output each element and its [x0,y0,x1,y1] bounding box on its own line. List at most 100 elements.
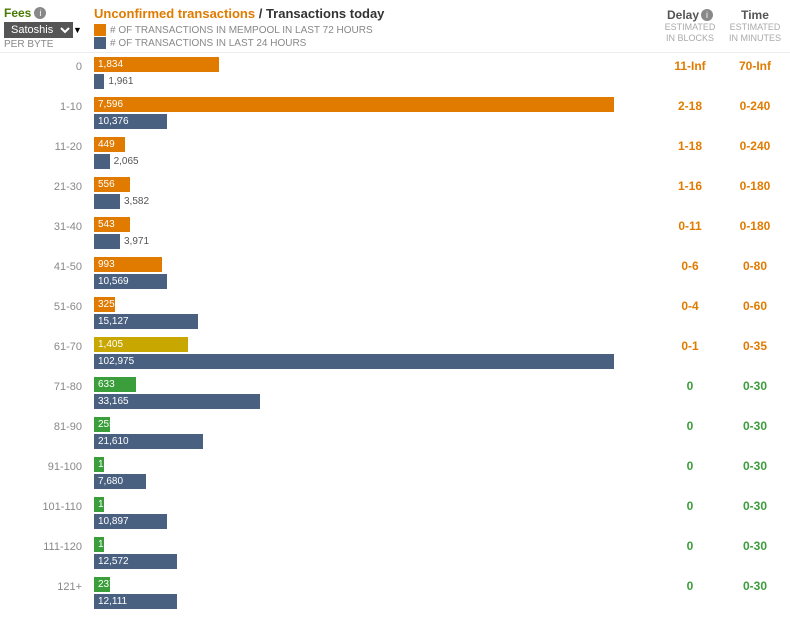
chart-row: 31-40 543 3,971 0-110-180 [0,213,790,253]
bar-value-label: 1,961 [108,76,133,87]
time-value: 0-80 [720,259,790,273]
chart-row: 111-12015212,57200-30 [0,533,790,573]
chart-title-today: Transactions today [266,6,384,21]
fee-range-label: 11-20 [0,135,90,153]
fee-range-label: 101-110 [0,495,90,513]
chart-row: 61-701,405102,9750-10-35 [0,333,790,373]
time-value: 0-30 [720,499,790,513]
bars-container: 325 15,127 [90,295,660,331]
bars-container: 556 3,582 [90,175,660,211]
delay-value: 2-18 [660,99,720,113]
fee-range-label: 121+ [0,575,90,593]
row-values: 0-10-35 [660,335,790,353]
time-sub1: ESTIMATED [720,22,790,33]
chart-row: 21-305563,5821-160-180 [0,173,790,213]
fee-range-label: 41-50 [0,255,90,273]
delay-info-icon[interactable]: i [701,9,713,21]
bar-value-label: 21,610 [98,434,129,449]
bar-unconfirmed: 993 [94,257,162,272]
time-value: 70-Inf [720,59,790,73]
row-values: 00-30 [660,575,790,593]
bars-container: 161 10,897 [90,495,660,531]
bar-value-label: 12,111 [98,594,127,609]
delay-value: 1-16 [660,179,720,193]
legend-gray-box [94,37,106,49]
time-sub2: IN MINUTES [720,33,790,44]
bar-value-label: 161 [98,497,115,512]
time-column-header: Time ESTIMATED IN MINUTES [720,8,790,50]
bar-value-label: 33,165 [98,394,129,409]
delay-value: 0 [660,419,720,433]
time-value: 0-180 [720,179,790,193]
row-values: 00-30 [660,535,790,553]
bar-value-label: 7,680 [98,474,123,489]
delay-value: 1-18 [660,139,720,153]
bar-24h: 102,975 [94,354,614,369]
chart-row: 1-107,59610,3762-180-240 [0,93,790,133]
bar-value-label: 10,569 [98,274,129,289]
bar-value-label: 7,596 [98,97,123,112]
fee-range-label: 51-60 [0,295,90,313]
chart-title-section: Unconfirmed transactions / Transactions … [90,6,660,50]
row-values: 00-30 [660,415,790,433]
fees-label: Fees [4,6,31,20]
bar-24h: 7,680 [94,474,146,489]
bar-value-label: 1,405 [98,337,123,352]
delay-value: 0 [660,579,720,593]
bars-container: 25521,610 [90,415,660,451]
right-header: Delay i ESTIMATED IN BLOCKS Time ESTIMAT… [660,6,790,50]
bar-24h: 12,111 [94,594,177,609]
fee-range-label: 31-40 [0,215,90,233]
time-value: 0-30 [720,539,790,553]
bar-value-label: 633 [98,377,115,392]
delay-title: Delay [667,8,699,22]
row-values: 11-Inf70-Inf [660,55,790,73]
fee-range-label: 0 [0,55,90,73]
bar-24h: 10,897 [94,514,167,529]
time-value: 0-30 [720,379,790,393]
time-title: Time [720,8,790,22]
bar-unconfirmed: 7,596 [94,97,614,112]
bar-unconfirmed: 131 [94,457,104,472]
delay-value: 11-Inf [660,59,720,73]
chart-row: 101-110 161 10,897 00-30 [0,493,790,533]
bar-24h: 15,127 [94,314,198,329]
bars-container: 993 10,569 [90,255,660,291]
row-values: 00-30 [660,375,790,393]
row-values: 1-160-180 [660,175,790,193]
bar-24h: 10,569 [94,274,167,289]
delay-value: 0-1 [660,339,720,353]
bar-unconfirmed: 543 [94,217,130,232]
bar-value-label: 3,582 [124,196,149,207]
delay-value: 0 [660,379,720,393]
fees-per-byte: PER BYTE [4,39,90,50]
bar-value-label: 102,975 [98,354,134,369]
chart-row: 81-9025521,61000-30 [0,413,790,453]
bar-24h: 21,610 [94,434,203,449]
fees-info-icon[interactable]: i [34,7,46,19]
fee-range-label: 91-100 [0,455,90,473]
chart-row: 71-80 633 33,165 00-30 [0,373,790,413]
time-value: 0-60 [720,299,790,313]
delay-value: 0-4 [660,299,720,313]
fees-dropdown[interactable]: Satoshis [4,22,73,38]
bars-container: 7,59610,376 [90,95,660,131]
bar-unconfirmed: 556 [94,177,130,192]
row-values: 0-110-180 [660,215,790,233]
bars-container: 633 33,165 [90,375,660,411]
bar-value-label: 3,971 [124,236,149,247]
bar-value-label: 993 [98,257,115,272]
bar-value-label: 325 [98,297,115,312]
bars-container: 131 7,680 [90,455,660,491]
bar-unconfirmed: 633 [94,377,136,392]
row-values: 1-180-240 [660,135,790,153]
row-values: 0-40-60 [660,295,790,313]
fee-range-label: 71-80 [0,375,90,393]
time-value: 0-180 [720,219,790,233]
bar-unconfirmed: 449 [94,137,125,152]
bar-24h [94,234,120,249]
bar-unconfirmed: 1,834 [94,57,219,72]
bar-unconfirmed: 161 [94,497,104,512]
bar-24h: 33,165 [94,394,260,409]
row-values: 00-30 [660,495,790,513]
